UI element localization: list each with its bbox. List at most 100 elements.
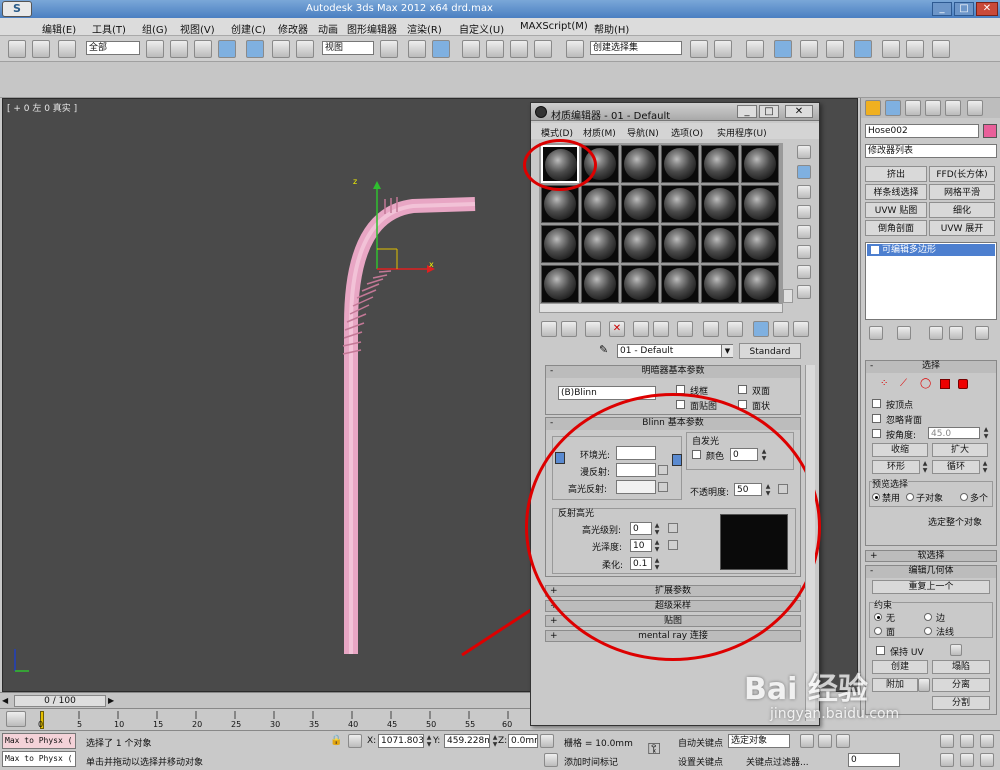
preview-disabled-radio[interactable] bbox=[872, 493, 880, 501]
ffd-box-button[interactable]: FFD(长方体) bbox=[929, 166, 995, 182]
bevel-profile-button[interactable]: 倒角剖面 bbox=[865, 220, 927, 236]
undo-icon[interactable] bbox=[8, 40, 26, 58]
sample-slot[interactable] bbox=[661, 265, 699, 303]
sample-slot[interactable] bbox=[701, 185, 739, 223]
shader-rollout-header[interactable]: - 明暗器基本参数 bbox=[546, 366, 800, 378]
maxscript-listener-output[interactable]: Max to Physx ( bbox=[2, 751, 76, 767]
sample-slot[interactable] bbox=[741, 185, 779, 223]
sample-slot[interactable] bbox=[621, 145, 659, 183]
minimize-button[interactable]: _ bbox=[932, 2, 952, 16]
time-next-icon[interactable]: ▶ bbox=[108, 695, 118, 707]
material-type-button[interactable]: Standard bbox=[739, 343, 801, 359]
by-angle-checkbox[interactable] bbox=[872, 429, 881, 438]
viewport-label[interactable]: [ + 0 左 0 真实 ] bbox=[7, 101, 77, 114]
y-coord-field[interactable]: 459.228mr bbox=[444, 734, 490, 748]
prev-frame-icon[interactable] bbox=[818, 734, 832, 748]
menu-graph-editors[interactable]: 图形编辑器 bbox=[347, 21, 397, 36]
sample-slot[interactable] bbox=[581, 185, 619, 223]
percent-snap-icon[interactable] bbox=[510, 40, 528, 58]
uv-tiling-icon[interactable] bbox=[797, 205, 811, 219]
preserve-uv-settings-icon[interactable] bbox=[950, 644, 962, 656]
modifier-list-dropdown[interactable]: 修改器列表 bbox=[865, 144, 997, 158]
render-production-icon[interactable] bbox=[932, 40, 950, 58]
selection-rollout-header[interactable]: - 选择 bbox=[866, 361, 996, 373]
mini-curve-editor-icon[interactable] bbox=[6, 711, 26, 727]
vertex-mode-icon[interactable]: ⁘ bbox=[880, 379, 890, 389]
slot-scrollbar-h[interactable] bbox=[539, 303, 783, 313]
zoom-all-icon[interactable] bbox=[960, 734, 974, 748]
sample-slot[interactable] bbox=[621, 185, 659, 223]
collapse-button[interactable]: 塌陷 bbox=[932, 660, 990, 674]
menu-animation[interactable]: 动画 bbox=[318, 21, 338, 36]
select-object-icon[interactable] bbox=[146, 40, 164, 58]
constraint-normal-radio[interactable] bbox=[924, 627, 932, 635]
soft-selection-rollout[interactable]: + 软选择 bbox=[865, 550, 997, 562]
meshsmooth-button[interactable]: 网格平滑 bbox=[929, 184, 995, 200]
preserve-uv-checkbox[interactable] bbox=[876, 646, 885, 655]
app-logo[interactable]: S bbox=[2, 1, 32, 17]
tessellate-button[interactable]: 细化 bbox=[929, 202, 995, 218]
menu-maxscript[interactable]: MAXScript(M) bbox=[520, 21, 588, 32]
x-coord-spinner[interactable]: ▲ ▼ bbox=[425, 734, 433, 748]
menu-group[interactable]: 组(G) bbox=[142, 21, 168, 36]
constraint-edge-radio[interactable] bbox=[924, 613, 932, 621]
mat-editor-max-button[interactable]: □ bbox=[759, 105, 779, 118]
link-icon[interactable] bbox=[32, 40, 50, 58]
sample-slot[interactable] bbox=[701, 265, 739, 303]
shrink-button[interactable]: 收缩 bbox=[872, 443, 928, 457]
sample-slot[interactable] bbox=[581, 265, 619, 303]
time-tag-icon[interactable] bbox=[544, 753, 558, 767]
x-coord-field[interactable]: 1071.803m bbox=[378, 734, 424, 748]
create-tab-icon[interactable] bbox=[865, 100, 881, 116]
mat-editor-titlebar[interactable]: 材质编辑器 - 01 - Default _ □ ✕ bbox=[531, 103, 819, 122]
selected-object-dropdown[interactable]: 选定对象 bbox=[728, 734, 790, 748]
ref-coord-dropdown[interactable]: 视图 bbox=[322, 41, 374, 55]
menu-create[interactable]: 创建(C) bbox=[231, 21, 266, 36]
loop-spinner[interactable]: ▲ ▼ bbox=[981, 460, 989, 474]
sample-slot[interactable] bbox=[661, 145, 699, 183]
move-gizmo[interactable] bbox=[343, 179, 443, 279]
edit-geometry-header[interactable]: - 编辑几何体 bbox=[866, 566, 996, 578]
modify-tab-icon[interactable] bbox=[885, 100, 901, 116]
angle-snap-icon[interactable] bbox=[486, 40, 504, 58]
ignore-backface-checkbox[interactable] bbox=[872, 414, 881, 423]
detach-button[interactable]: 分离 bbox=[932, 678, 990, 692]
layer-manager-icon[interactable] bbox=[746, 40, 764, 58]
menu-tools[interactable]: 工具(T) bbox=[92, 21, 126, 36]
zoom-icon[interactable] bbox=[940, 734, 954, 748]
background-icon[interactable] bbox=[797, 185, 811, 199]
select-by-name-icon[interactable] bbox=[170, 40, 188, 58]
loop-button[interactable]: 循环 bbox=[932, 460, 980, 474]
material-id-icon[interactable] bbox=[703, 321, 719, 337]
sample-slot[interactable] bbox=[661, 185, 699, 223]
sample-slot[interactable] bbox=[621, 225, 659, 263]
mat-menu-navigation[interactable]: 导航(N) bbox=[627, 126, 659, 139]
slot-scrollbar-v[interactable] bbox=[783, 289, 793, 303]
window-crossing-icon[interactable] bbox=[218, 40, 236, 58]
bind-spacewarp-icon[interactable] bbox=[58, 40, 76, 58]
pan-icon[interactable] bbox=[940, 753, 954, 767]
mat-menu-material[interactable]: 材质(M) bbox=[583, 126, 616, 139]
select-scale-icon[interactable] bbox=[296, 40, 314, 58]
ring-button[interactable]: 环形 bbox=[872, 460, 920, 474]
pick-material-eyedropper-icon[interactable]: ✎ bbox=[599, 344, 611, 356]
copy-material-icon[interactable] bbox=[633, 321, 649, 337]
backlight-icon[interactable] bbox=[797, 165, 811, 179]
sample-slot[interactable] bbox=[741, 145, 779, 183]
edit-named-selection-icon[interactable] bbox=[566, 40, 584, 58]
sample-slot[interactable] bbox=[581, 225, 619, 263]
ring-spinner[interactable]: ▲ ▼ bbox=[921, 460, 929, 474]
sample-slot[interactable] bbox=[701, 225, 739, 263]
menu-views[interactable]: 视图(V) bbox=[180, 21, 215, 36]
sample-type-icon[interactable] bbox=[797, 145, 811, 159]
track-bar[interactable]: 0 5 10 15 20 25 30 35 40 45 50 55 60 bbox=[0, 708, 530, 730]
options-icon[interactable] bbox=[797, 265, 811, 279]
snaps-toggle-icon[interactable] bbox=[462, 40, 480, 58]
polygon-mode-icon[interactable] bbox=[940, 379, 950, 389]
material-editor-icon[interactable] bbox=[854, 40, 872, 58]
curve-editor-icon[interactable] bbox=[800, 40, 818, 58]
lock-selection-icon[interactable]: 🔒 bbox=[330, 735, 342, 747]
sample-slot[interactable] bbox=[741, 265, 779, 303]
show-map-icon[interactable] bbox=[727, 321, 743, 337]
isolate-icon[interactable] bbox=[540, 734, 554, 748]
